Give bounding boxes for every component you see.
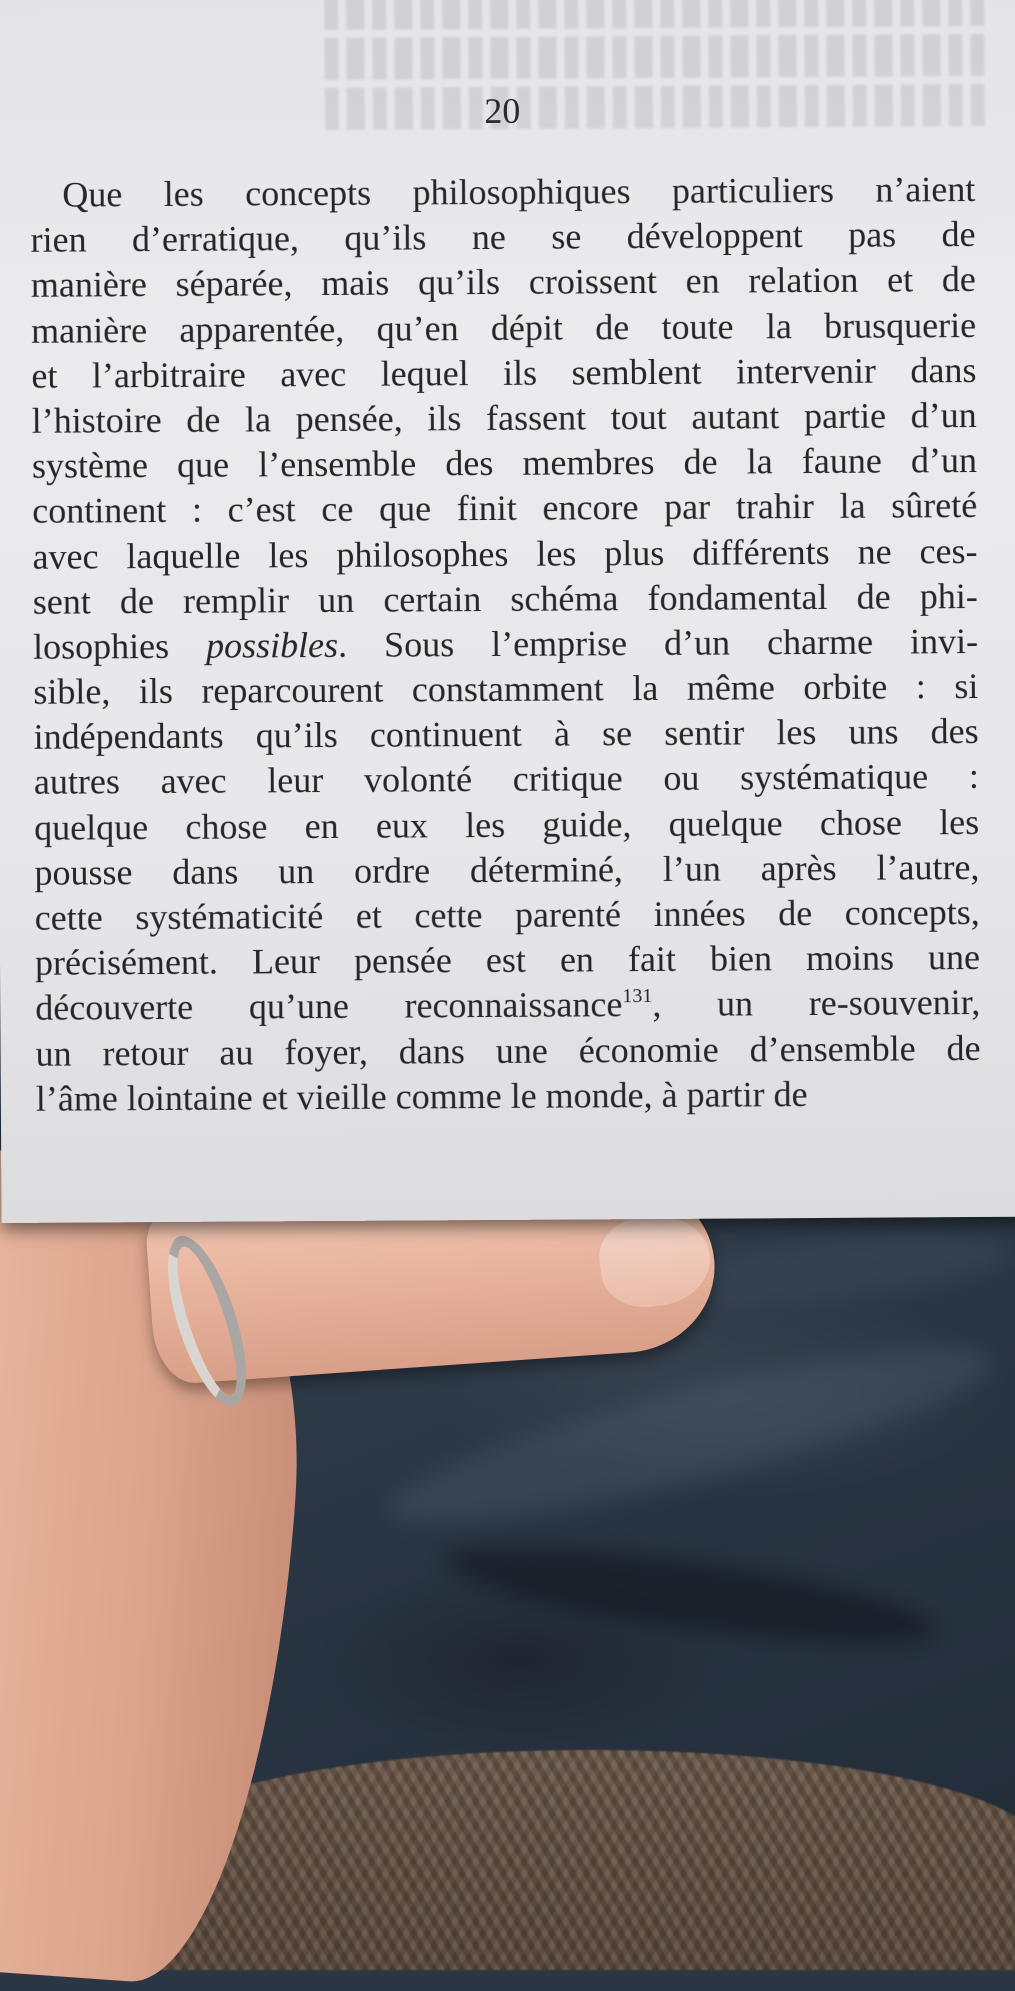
text-line: continent : c’est ce que finit encore pa… — [32, 485, 978, 532]
text-line: découverte qu’une reconnaissance131, un … — [35, 982, 981, 1029]
text-line: avec laquelle les philosophes les plus d… — [32, 530, 978, 577]
text-line: quelque chose en eux les guide, quelque … — [34, 801, 980, 848]
text-line: et l’arbitraire avec lequel ils semblent… — [31, 349, 977, 396]
text-line: système que l’ensemble des membres de la… — [31, 440, 978, 486]
page-number: 20 — [484, 90, 521, 132]
knit-sweater — [140, 1750, 1015, 1970]
text-line: sent de remplir un certain schéma fondam… — [32, 575, 978, 622]
footnote-marker[interactable]: 131 — [622, 985, 652, 1007]
text-line: manière séparée, mais qu’ils croissent e… — [30, 259, 976, 306]
text-line: l’âme lointaine et vieille comme le mond… — [35, 1073, 808, 1119]
text-line: indépendants qu’ils continuent à se sent… — [33, 711, 979, 758]
text-line: précisément. Leur pensée est en fait bie… — [34, 937, 981, 983]
body-text: Que les concepts philosophiques particul… — [30, 167, 981, 1122]
text-line: l’histoire de la pensée, ils fassent tou… — [31, 394, 977, 441]
text-line: un retour au foyer, dans une économie d’… — [35, 1027, 981, 1074]
text-line: sible, ils reparcourent constamment la m… — [33, 666, 979, 712]
text-line: rien d’erratique, qu’ils ne se développe… — [30, 214, 976, 260]
text-line: pousse dans un ordre déterminé, l’un apr… — [34, 846, 980, 893]
text-line: manière apparentée, qu’en dépit de toute… — [31, 304, 977, 351]
book-page: 20 Que les concepts philosophiques parti… — [0, 0, 1015, 1223]
text-line: losophies possibles. Sous l’emprise d’un… — [32, 620, 979, 667]
text-line: Que les concepts philosophiques particul… — [62, 169, 976, 215]
text-line: cette systématicité et cette parenté inn… — [34, 891, 980, 938]
text-line: autres avec leur volonté critique ou sys… — [33, 756, 980, 803]
italic-word: possibles — [205, 624, 339, 666]
